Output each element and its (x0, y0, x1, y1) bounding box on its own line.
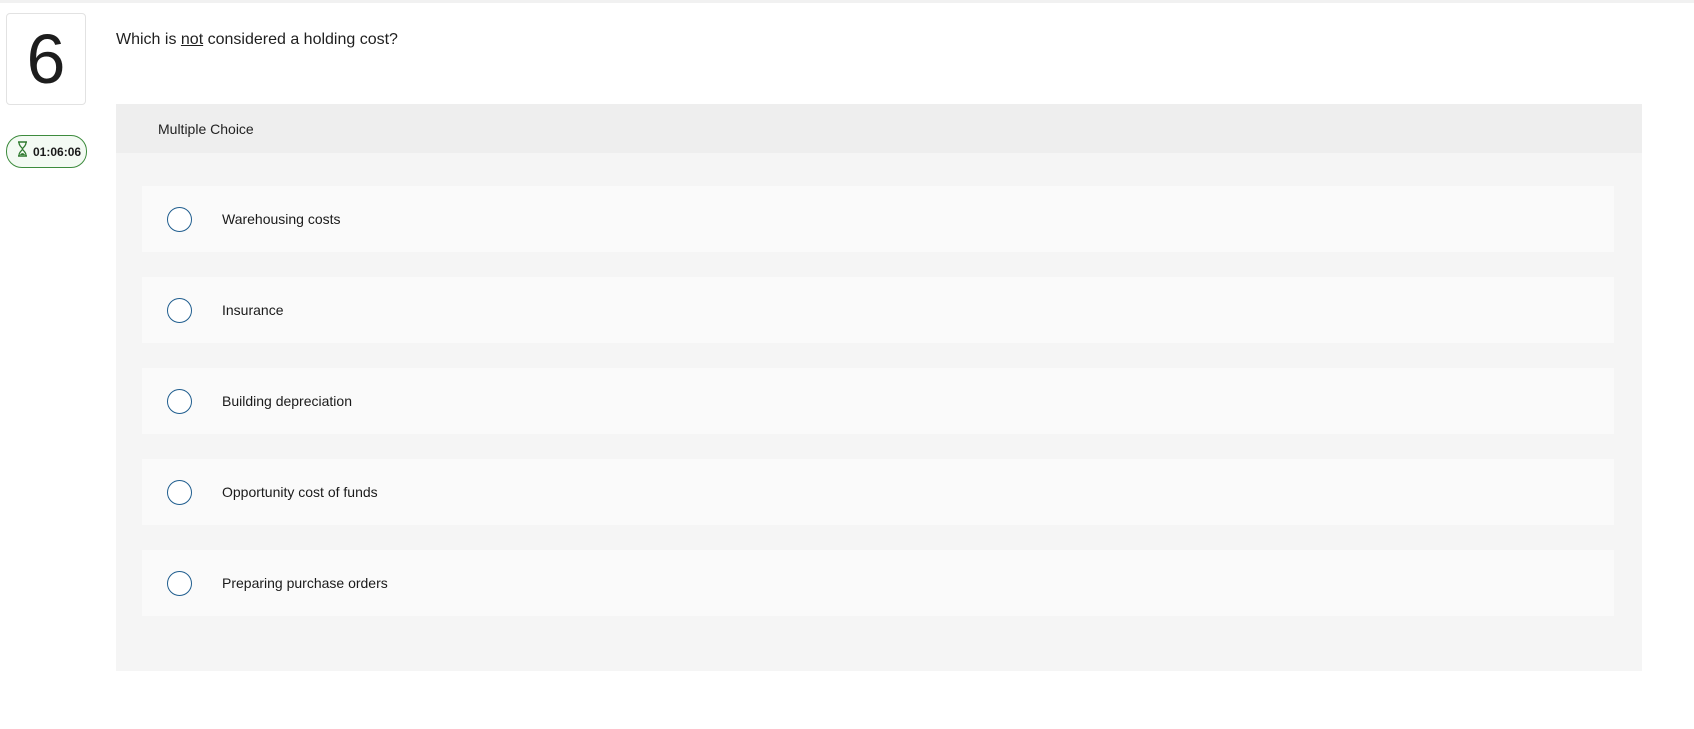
question-type-label: Multiple Choice (158, 120, 254, 137)
radio-button[interactable] (167, 570, 192, 596)
top-divider (0, 0, 1694, 3)
question-number: 6 (6, 13, 86, 105)
radio-button[interactable] (167, 206, 192, 232)
radio-button[interactable] (167, 479, 192, 505)
radio-button[interactable] (167, 297, 192, 323)
answer-option[interactable]: Building depreciation (142, 368, 1614, 434)
answer-option-label: Preparing purchase orders (222, 575, 388, 591)
answer-option[interactable]: Preparing purchase orders (142, 550, 1614, 616)
answer-panel: Multiple Choice Warehousing costs Insura… (116, 104, 1642, 671)
question-type-header: Multiple Choice (116, 104, 1642, 153)
question-text-before: Which is (116, 31, 181, 48)
timer-badge[interactable]: 01:06:06 (6, 135, 87, 168)
question-prompt: Which is not considered a holding cost? (116, 31, 398, 49)
answer-option-label: Warehousing costs (222, 211, 341, 227)
question-emphasis: not (180, 31, 204, 48)
answer-option-label: Building depreciation (222, 393, 352, 409)
question-number-text: 6 (26, 20, 66, 98)
timer-value: 01:06:06 (33, 144, 82, 159)
question-text-after: considered a holding cost? (203, 31, 398, 48)
answer-option[interactable]: Opportunity cost of funds (142, 459, 1614, 525)
answer-option-label: Opportunity cost of funds (222, 484, 378, 500)
answer-option-label: Insurance (222, 302, 284, 318)
radio-button[interactable] (167, 388, 192, 414)
answer-option[interactable]: Warehousing costs (142, 186, 1614, 252)
hourglass-icon (17, 141, 28, 162)
answer-option[interactable]: Insurance (142, 277, 1614, 343)
